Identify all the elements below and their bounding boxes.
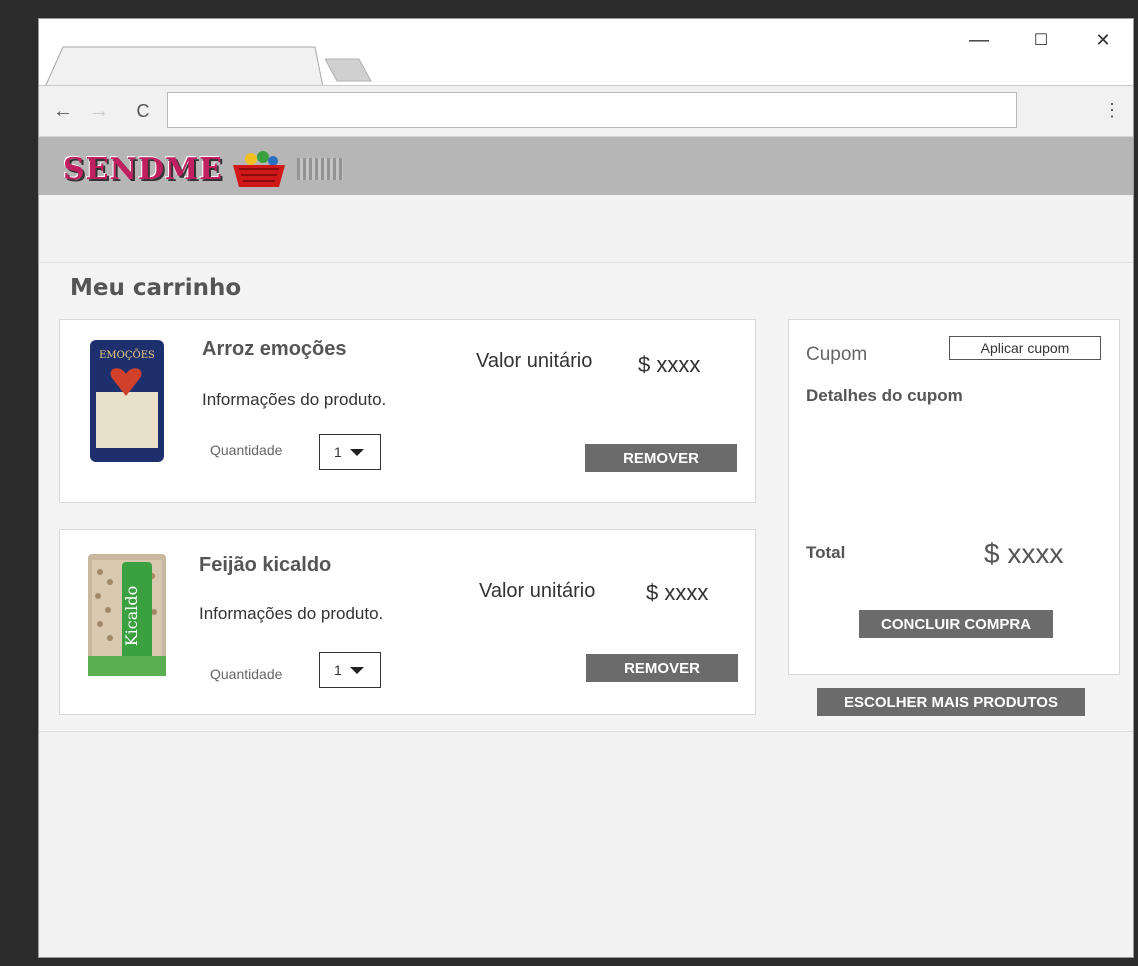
quantity-select[interactable]: 1 [319, 434, 381, 470]
browser-toolbar: ← → C ⋮ [39, 85, 1133, 137]
reload-icon[interactable]: C [131, 100, 155, 122]
page-title: Meu carrinho [70, 275, 242, 301]
product-image-text: EMOÇÕES [99, 349, 155, 361]
dropdown-caret-icon [349, 448, 364, 456]
remove-button[interactable]: REMOVER [585, 444, 737, 472]
back-arrow-icon[interactable]: ← [51, 100, 75, 122]
product-image-beans: Kicaldo [88, 554, 166, 676]
unit-price-value: $ xxxx [638, 352, 701, 377]
product-name[interactable]: Feijão kicaldo [199, 554, 331, 577]
browser-window: — ☐ ✕ ← → C ⋮ SENDME Meu carrinho EMOÇÕE… [38, 18, 1134, 958]
product-image-text: Kicaldo [122, 586, 141, 647]
quantity-label: Quantidade [210, 666, 283, 682]
browser-titlebar: — ☐ ✕ [39, 19, 1133, 87]
total-label: Total [806, 543, 846, 562]
forward-arrow-icon[interactable]: → [87, 100, 111, 122]
cart-section: Meu carrinho EMOÇÕES Arroz emoções Infor… [39, 262, 1133, 732]
choose-more-products-button[interactable]: ESCOLHER MAIS PRODUTOS [817, 688, 1085, 716]
address-bar[interactable] [167, 92, 1017, 128]
unit-price-value: $ xxxx [646, 580, 709, 605]
new-tab-button[interactable] [325, 57, 373, 83]
coupon-label: Cupom [806, 344, 868, 365]
site-header: SENDME [39, 137, 1133, 195]
coupon-details: Detalhes do cupom [806, 386, 963, 405]
minimize-button[interactable]: — [959, 25, 999, 55]
quantity-value: 1 [334, 444, 342, 460]
product-name[interactable]: Arroz emoções [202, 338, 347, 361]
cart-item: Kicaldo Feijão kicaldo Informações do pr… [59, 529, 756, 715]
site-logo[interactable]: SENDME [63, 149, 344, 189]
product-info: Informações do produto. [202, 390, 387, 409]
quantity-label: Quantidade [210, 442, 283, 458]
quantity-value: 1 [334, 662, 342, 678]
checkout-button[interactable]: CONCLUIR COMPRA [859, 610, 1053, 638]
unit-price-label: Valor unitário [479, 580, 596, 602]
dropdown-caret-icon [349, 666, 364, 674]
shopping-basket-icon [233, 151, 286, 187]
maximize-button[interactable]: ☐ [1021, 25, 1061, 55]
browser-tab-active[interactable] [45, 45, 323, 87]
close-button[interactable]: ✕ [1083, 25, 1123, 55]
remove-button[interactable]: REMOVER [586, 654, 738, 682]
cart-item: EMOÇÕES Arroz emoções Informações do pro… [59, 319, 756, 503]
apply-coupon-button[interactable]: Aplicar cupom [949, 336, 1101, 360]
total-value: $ xxxx [984, 538, 1064, 569]
logo-text: SENDME [63, 151, 224, 187]
quantity-select[interactable]: 1 [319, 652, 381, 688]
product-info: Informações do produto. [199, 604, 384, 623]
order-summary: Cupom Aplicar cupom Detalhes do cupom To… [788, 319, 1120, 675]
product-image-rice: EMOÇÕES [90, 340, 164, 462]
blurred-logo-mark [297, 158, 344, 180]
browser-menu-icon[interactable]: ⋮ [1103, 100, 1121, 120]
unit-price-label: Valor unitário [476, 350, 593, 372]
